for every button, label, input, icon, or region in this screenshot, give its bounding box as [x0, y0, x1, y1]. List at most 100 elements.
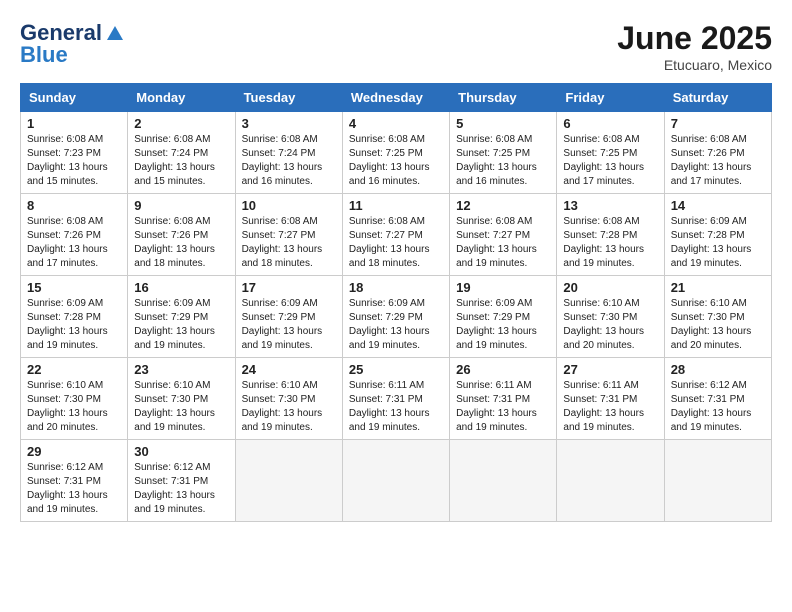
day-info: Sunrise: 6:11 AMSunset: 7:31 PMDaylight:…	[349, 379, 443, 435]
calendar-cell: 22 Sunrise: 6:10 AMSunset: 7:30 PMDayligh…	[21, 358, 128, 440]
day-number: 20	[563, 280, 657, 295]
calendar-cell: 25Sunrise: 6:11 AMSunset: 7:31 PMDayligh…	[342, 358, 449, 440]
day-number: 29	[27, 444, 121, 459]
calendar-cell: 2 Sunrise: 6:08 AMSunset: 7:24 PMDaylight…	[128, 112, 235, 194]
day-header-tuesday: Tuesday	[235, 84, 342, 112]
day-number: 1	[27, 116, 121, 131]
day-info: Sunrise: 6:12 AMSunset: 7:31 PMDaylight:…	[27, 461, 121, 517]
day-header-sunday: Sunday	[21, 84, 128, 112]
calendar-cell: 16 Sunrise: 6:09 AMSunset: 7:29 PMDayligh…	[128, 276, 235, 358]
calendar-week-3: 15 Sunrise: 6:09 AMSunset: 7:28 PMDayligh…	[21, 276, 772, 358]
day-info: Sunrise: 6:09 AMSunset: 7:29 PMDaylight:…	[134, 297, 228, 353]
day-number: 22	[27, 362, 121, 377]
day-info: Sunrise: 6:09 AMSunset: 7:29 PMDaylight:…	[456, 297, 550, 353]
day-info: Sunrise: 6:10 AMSunset: 7:30 PMDaylight:…	[134, 379, 228, 435]
day-number: 8	[27, 198, 121, 213]
calendar-cell: 29 Sunrise: 6:12 AMSunset: 7:31 PMDayligh…	[21, 440, 128, 522]
calendar-cell	[342, 440, 449, 522]
logo: General Blue	[20, 20, 123, 68]
calendar-cell: 28Sunrise: 6:12 AMSunset: 7:31 PMDayligh…	[664, 358, 771, 440]
day-number: 30	[134, 444, 228, 459]
day-number: 12	[456, 198, 550, 213]
calendar-week-2: 8 Sunrise: 6:08 AMSunset: 7:26 PMDaylight…	[21, 194, 772, 276]
day-info: Sunrise: 6:08 AMSunset: 7:27 PMDaylight:…	[242, 215, 336, 271]
day-info: Sunrise: 6:08 AMSunset: 7:26 PMDaylight:…	[671, 133, 765, 189]
day-number: 7	[671, 116, 765, 131]
calendar-cell: 5Sunrise: 6:08 AMSunset: 7:25 PMDaylight…	[450, 112, 557, 194]
calendar-cell	[450, 440, 557, 522]
calendar-cell: 8 Sunrise: 6:08 AMSunset: 7:26 PMDaylight…	[21, 194, 128, 276]
day-info: Sunrise: 6:08 AMSunset: 7:28 PMDaylight:…	[563, 215, 657, 271]
day-number: 2	[134, 116, 228, 131]
calendar-cell: 26 Sunrise: 6:11 AMSunset: 7:31 PMDayligh…	[450, 358, 557, 440]
day-number: 4	[349, 116, 443, 131]
day-number: 19	[456, 280, 550, 295]
subtitle: Etucuaro, Mexico	[617, 57, 772, 73]
day-number: 15	[27, 280, 121, 295]
day-number: 24	[242, 362, 336, 377]
day-header-wednesday: Wednesday	[342, 84, 449, 112]
calendar-cell: 19 Sunrise: 6:09 AMSunset: 7:29 PMDayligh…	[450, 276, 557, 358]
day-info: Sunrise: 6:08 AMSunset: 7:25 PMDaylight:…	[563, 133, 657, 189]
day-info: Sunrise: 6:10 AMSunset: 7:30 PMDaylight:…	[563, 297, 657, 353]
day-info: Sunrise: 6:08 AMSunset: 7:26 PMDaylight:…	[134, 215, 228, 271]
calendar-cell: 7 Sunrise: 6:08 AMSunset: 7:26 PMDaylight…	[664, 112, 771, 194]
calendar-cell: 20 Sunrise: 6:10 AMSunset: 7:30 PMDayligh…	[557, 276, 664, 358]
day-info: Sunrise: 6:08 AMSunset: 7:24 PMDaylight:…	[134, 133, 228, 189]
calendar-cell: 14 Sunrise: 6:09 AMSunset: 7:28 PMDayligh…	[664, 194, 771, 276]
calendar-header-row: SundayMondayTuesdayWednesdayThursdayFrid…	[21, 84, 772, 112]
day-info: Sunrise: 6:09 AMSunset: 7:29 PMDaylight:…	[242, 297, 336, 353]
day-number: 17	[242, 280, 336, 295]
day-number: 21	[671, 280, 765, 295]
day-info: Sunrise: 6:08 AMSunset: 7:23 PMDaylight:…	[27, 133, 121, 189]
day-info: Sunrise: 6:09 AMSunset: 7:28 PMDaylight:…	[671, 215, 765, 271]
calendar-cell: 23Sunrise: 6:10 AMSunset: 7:30 PMDayligh…	[128, 358, 235, 440]
calendar-cell: 9 Sunrise: 6:08 AMSunset: 7:26 PMDaylight…	[128, 194, 235, 276]
day-info: Sunrise: 6:10 AMSunset: 7:30 PMDaylight:…	[671, 297, 765, 353]
calendar-cell: 21 Sunrise: 6:10 AMSunset: 7:30 PMDayligh…	[664, 276, 771, 358]
day-header-friday: Friday	[557, 84, 664, 112]
calendar-cell: 3 Sunrise: 6:08 AMSunset: 7:24 PMDaylight…	[235, 112, 342, 194]
day-info: Sunrise: 6:12 AMSunset: 7:31 PMDaylight:…	[134, 461, 228, 517]
day-number: 18	[349, 280, 443, 295]
logo-triangle-icon	[107, 26, 123, 40]
calendar-cell: 6 Sunrise: 6:08 AMSunset: 7:25 PMDaylight…	[557, 112, 664, 194]
day-info: Sunrise: 6:11 AMSunset: 7:31 PMDaylight:…	[456, 379, 550, 435]
day-number: 14	[671, 198, 765, 213]
logo-blue: Blue	[20, 42, 68, 68]
calendar-cell	[557, 440, 664, 522]
day-header-saturday: Saturday	[664, 84, 771, 112]
day-number: 9	[134, 198, 228, 213]
calendar-cell: 10 Sunrise: 6:08 AMSunset: 7:27 PMDayligh…	[235, 194, 342, 276]
day-number: 5	[456, 116, 550, 131]
calendar: SundayMondayTuesdayWednesdayThursdayFrid…	[20, 83, 772, 522]
day-number: 28	[671, 362, 765, 377]
calendar-cell: 12Sunrise: 6:08 AMSunset: 7:27 PMDayligh…	[450, 194, 557, 276]
calendar-cell: 30 Sunrise: 6:12 AMSunset: 7:31 PMDayligh…	[128, 440, 235, 522]
day-info: Sunrise: 6:09 AMSunset: 7:29 PMDaylight:…	[349, 297, 443, 353]
calendar-week-5: 29 Sunrise: 6:12 AMSunset: 7:31 PMDayligh…	[21, 440, 772, 522]
day-info: Sunrise: 6:08 AMSunset: 7:26 PMDaylight:…	[27, 215, 121, 271]
day-number: 26	[456, 362, 550, 377]
day-info: Sunrise: 6:09 AMSunset: 7:28 PMDaylight:…	[27, 297, 121, 353]
day-number: 10	[242, 198, 336, 213]
calendar-cell: 15 Sunrise: 6:09 AMSunset: 7:28 PMDayligh…	[21, 276, 128, 358]
calendar-cell: 13Sunrise: 6:08 AMSunset: 7:28 PMDayligh…	[557, 194, 664, 276]
day-number: 11	[349, 198, 443, 213]
day-info: Sunrise: 6:10 AMSunset: 7:30 PMDaylight:…	[27, 379, 121, 435]
day-info: Sunrise: 6:08 AMSunset: 7:25 PMDaylight:…	[349, 133, 443, 189]
calendar-cell: 1 Sunrise: 6:08 AMSunset: 7:23 PMDaylight…	[21, 112, 128, 194]
day-number: 16	[134, 280, 228, 295]
calendar-week-1: 1 Sunrise: 6:08 AMSunset: 7:23 PMDaylight…	[21, 112, 772, 194]
day-info: Sunrise: 6:08 AMSunset: 7:24 PMDaylight:…	[242, 133, 336, 189]
page-header: General Blue June 2025 Etucuaro, Mexico	[20, 20, 772, 73]
day-info: Sunrise: 6:11 AMSunset: 7:31 PMDaylight:…	[563, 379, 657, 435]
calendar-cell: 24Sunrise: 6:10 AMSunset: 7:30 PMDayligh…	[235, 358, 342, 440]
day-number: 3	[242, 116, 336, 131]
calendar-cell: 11Sunrise: 6:08 AMSunset: 7:27 PMDayligh…	[342, 194, 449, 276]
day-number: 6	[563, 116, 657, 131]
calendar-cell: 27 Sunrise: 6:11 AMSunset: 7:31 PMDayligh…	[557, 358, 664, 440]
calendar-cell: 18 Sunrise: 6:09 AMSunset: 7:29 PMDayligh…	[342, 276, 449, 358]
day-number: 27	[563, 362, 657, 377]
calendar-cell	[664, 440, 771, 522]
